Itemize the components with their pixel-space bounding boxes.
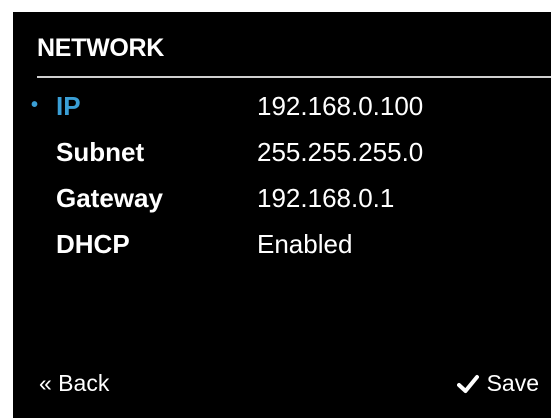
selection-bullet: • xyxy=(31,94,39,116)
network-settings-screen: NETWORK • IP 192.168.0.100 Subnet 255.25… xyxy=(13,12,551,418)
setting-label: Gateway xyxy=(56,183,163,213)
setting-row-dhcp[interactable]: DHCP Enabled xyxy=(13,228,551,274)
setting-row-gateway[interactable]: Gateway 192.168.0.1 xyxy=(13,182,551,228)
setting-row-ip[interactable]: • IP 192.168.0.100 xyxy=(13,90,551,136)
page-title: NETWORK xyxy=(37,34,165,62)
check-icon xyxy=(456,374,479,393)
title-divider xyxy=(37,76,551,78)
settings-list: • IP 192.168.0.100 Subnet 255.255.255.0 … xyxy=(13,90,551,274)
setting-row-subnet[interactable]: Subnet 255.255.255.0 xyxy=(13,136,551,182)
back-button[interactable]: « Back xyxy=(39,372,109,395)
setting-label: IP xyxy=(56,91,81,121)
setting-label: Subnet xyxy=(56,137,145,167)
setting-label: DHCP xyxy=(56,229,130,259)
setting-value: 192.168.0.100 xyxy=(257,91,424,121)
save-label: Save xyxy=(486,370,539,396)
setting-value: 192.168.0.1 xyxy=(257,183,395,213)
setting-value: Enabled xyxy=(257,229,353,259)
save-button[interactable]: Save xyxy=(456,370,539,396)
setting-value: 255.255.255.0 xyxy=(257,137,424,167)
